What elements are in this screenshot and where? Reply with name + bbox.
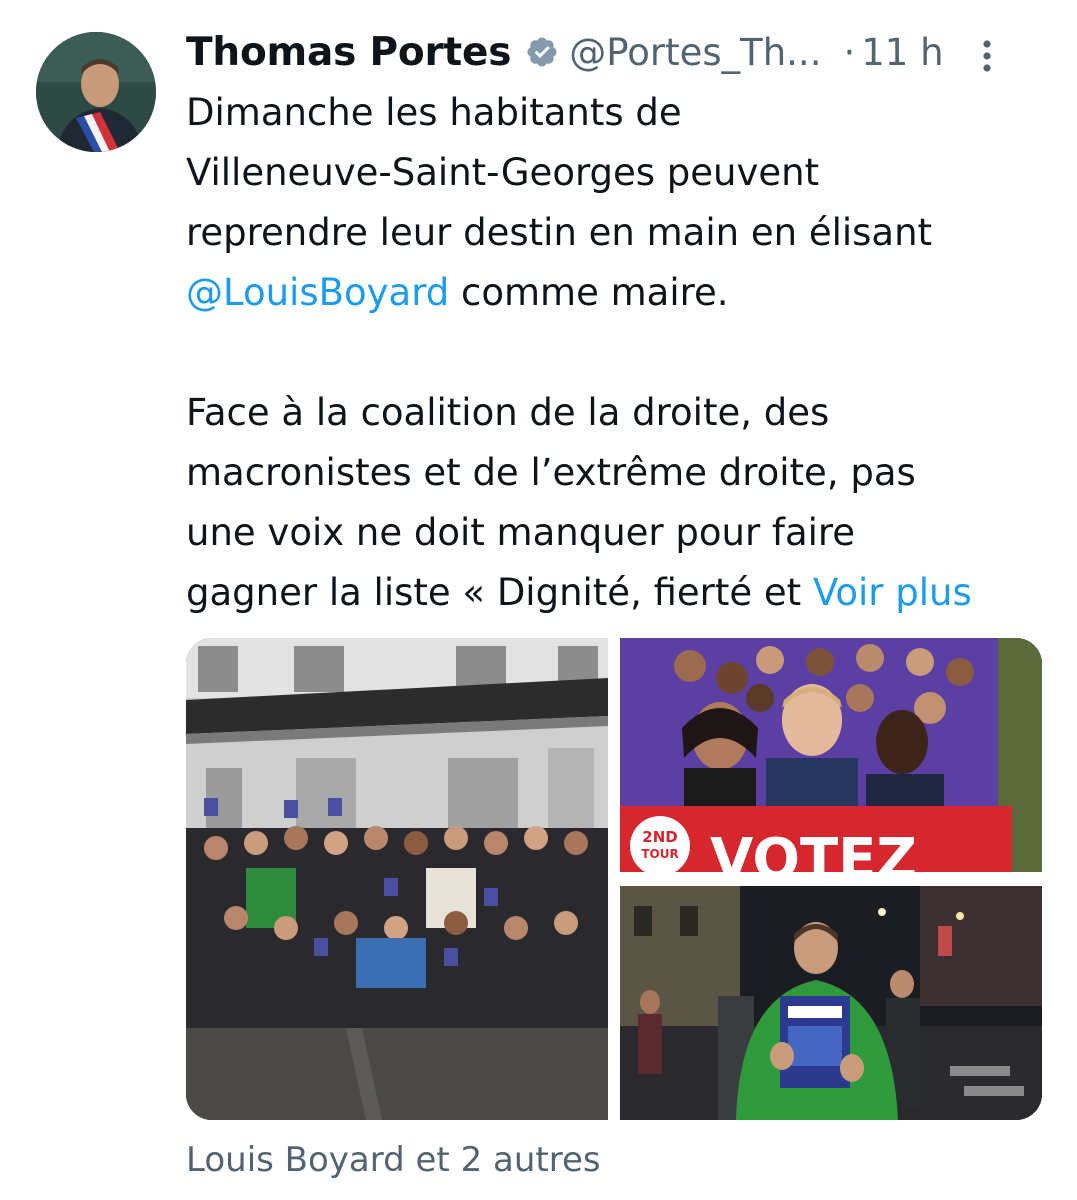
poster-word: VOTEZ [710, 827, 917, 872]
group-photo-image [186, 638, 608, 1120]
verified-badge-icon [525, 35, 559, 69]
tweet-text: Dimanche les habitants de Villeneuve-Sai… [186, 83, 1056, 623]
tagged-users[interactable]: Louis Boyard et 2 autres [186, 1140, 601, 1180]
mention-link[interactable]: @LouisBoyard [186, 271, 449, 314]
media-grid: 2ND TOUR VOTEZ [186, 638, 1042, 1120]
poster-photo-image: 2ND TOUR VOTEZ [620, 638, 1042, 872]
more-vertical-icon[interactable] [977, 36, 997, 76]
tweet-text-part1: Dimanche les habitants de Villeneuve-Sai… [186, 91, 933, 254]
tweet-header: Thomas Portes @Portes_Th... · 11 h [186, 26, 1047, 78]
poster-badge-line1: 2ND [642, 828, 677, 846]
media-photo-poster[interactable]: 2ND TOUR VOTEZ [620, 638, 1042, 872]
show-more-link[interactable]: Voir plus [813, 571, 972, 614]
street-photo-image [620, 886, 1042, 1120]
author-handle[interactable]: @Portes_Th... [569, 31, 821, 74]
tweet-timestamp[interactable]: 11 h [861, 31, 943, 74]
poster-badge-line2: TOUR [641, 847, 678, 861]
tweet-text-part2: comme maire. Face à la coalition de la d… [186, 271, 916, 614]
media-photo-group[interactable] [186, 638, 608, 1120]
avatar-image [36, 32, 156, 152]
media-photo-street[interactable] [620, 886, 1042, 1120]
header-separator: · [843, 30, 856, 74]
author-avatar[interactable] [36, 32, 156, 152]
author-name[interactable]: Thomas Portes [186, 30, 511, 75]
